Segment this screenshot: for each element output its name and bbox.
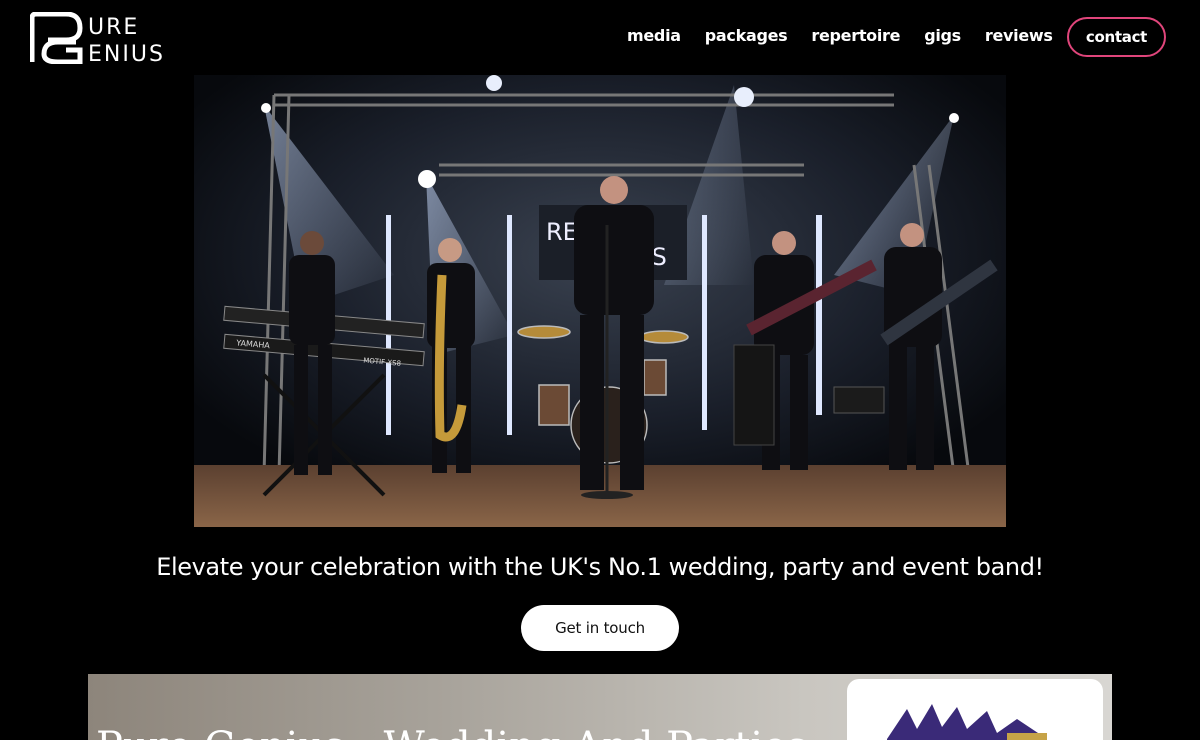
nav-item-media[interactable]: media [627,26,681,45]
main-nav: media packages repertoire gigs reviews [627,26,1053,45]
award-badge [847,679,1103,740]
site-header: URE ENIUS media packages repertoire gigs… [0,0,1200,75]
section-title: Pure Genius - Wedding And Parties [96,724,807,740]
get-in-touch-button[interactable]: Get in touch [521,605,679,651]
nav-item-repertoire[interactable]: repertoire [811,26,900,45]
brand-logo[interactable]: URE ENIUS [29,11,192,67]
lower-section: Pure Genius - Wedding And Parties [88,674,1112,740]
contact-button[interactable]: contact [1067,17,1166,57]
award-splash-icon [887,704,1047,740]
backdrop-logo-top: RE [546,218,578,246]
nav-item-packages[interactable]: packages [705,26,788,45]
hero-band-photo: RE US YAMAHA MOTIF XS8 [194,75,1006,527]
logo-text-top: URE [88,15,139,40]
logo-text-bottom: ENIUS [88,42,165,64]
nav-item-reviews[interactable]: reviews [985,26,1053,45]
hero-tagline: Elevate your celebration with the UK's N… [156,553,1044,581]
nav-item-gigs[interactable]: gigs [924,26,961,45]
